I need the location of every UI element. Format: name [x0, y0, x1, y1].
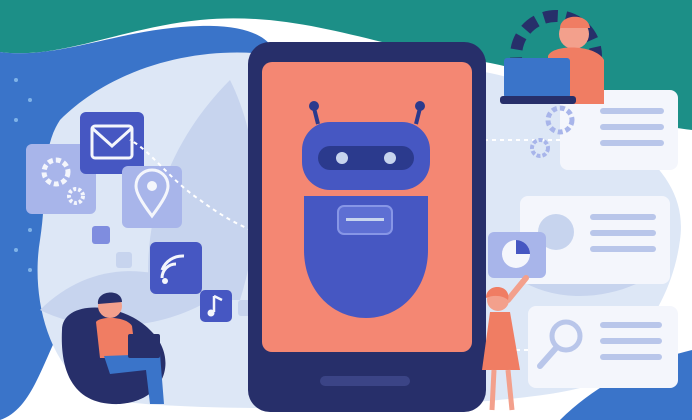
- card-bottom: [528, 306, 678, 388]
- dot-4: [28, 228, 32, 232]
- card-bottom-line-1: [600, 322, 662, 328]
- dot-3: [14, 118, 18, 122]
- robot-eye-right: [384, 152, 396, 164]
- card-top-line-1: [600, 108, 664, 114]
- illustration-stage: [0, 0, 692, 420]
- laptop-icon: [504, 58, 570, 98]
- analyst-leg-left: [489, 369, 497, 411]
- robot-antenna-left-tip: [309, 101, 319, 111]
- dot-5: [14, 248, 18, 252]
- robot-visor: [318, 146, 414, 170]
- robot-panel-dots: [346, 218, 384, 221]
- card-middle-line-1: [590, 214, 656, 220]
- robot-antenna-right-tip: [415, 101, 425, 111]
- card-middle-line-3: [590, 246, 656, 252]
- card-top-line-2: [600, 124, 664, 130]
- phone-home-bar: [320, 376, 410, 386]
- small-tile-2: [116, 252, 132, 268]
- card-bottom-line-3: [600, 354, 662, 360]
- card-top-line-3: [600, 140, 664, 146]
- wifi-tile: [150, 242, 202, 294]
- laptop-base: [500, 96, 576, 104]
- card-middle-line-2: [590, 230, 656, 236]
- location-pin-dot: [147, 181, 157, 191]
- music-note-head: [207, 309, 215, 317]
- music-tile: [200, 290, 232, 322]
- dot-2: [28, 98, 32, 102]
- dot-6: [28, 268, 32, 272]
- wifi-icon-dot: [162, 278, 168, 284]
- robot: [302, 101, 430, 318]
- dot-1: [14, 78, 18, 82]
- location-tile: [122, 166, 182, 228]
- small-tile-1: [92, 226, 110, 244]
- chatbot-illustration: [0, 0, 692, 420]
- laptop-icon-user: [128, 334, 160, 358]
- robot-eye-left: [336, 152, 348, 164]
- card-bottom-line-2: [600, 338, 662, 344]
